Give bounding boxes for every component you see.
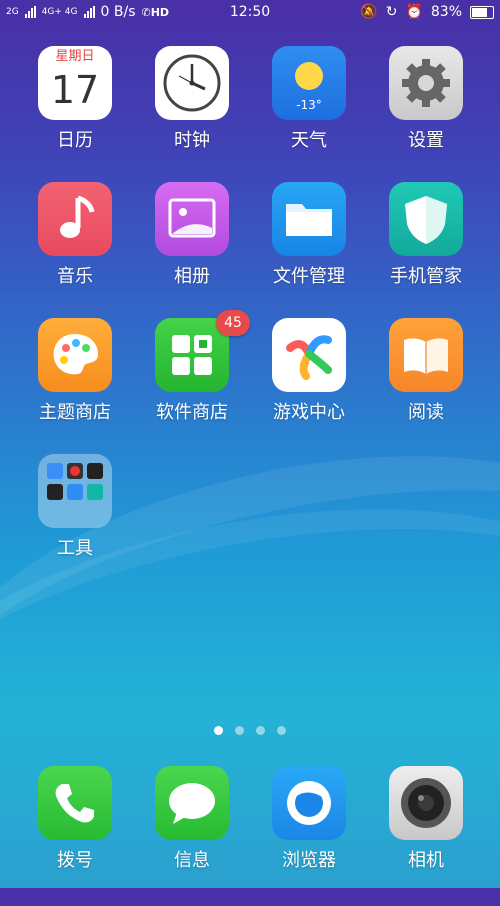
camera-icon bbox=[389, 766, 463, 840]
calendar-weekday: 星期日 bbox=[55, 49, 95, 64]
page-dot[interactable] bbox=[256, 726, 265, 735]
app-label: 相册 bbox=[174, 266, 210, 287]
app-label: 工具 bbox=[57, 538, 93, 559]
app-clock[interactable]: 时钟 bbox=[134, 46, 250, 152]
dock-browser[interactable]: 浏览器 bbox=[251, 766, 367, 872]
app-label: 阅读 bbox=[408, 402, 444, 423]
app-music[interactable]: 音乐 bbox=[17, 182, 133, 288]
app-label: 拨号 bbox=[57, 850, 93, 871]
palette-icon bbox=[38, 318, 112, 392]
browser-icon bbox=[272, 766, 346, 840]
status-right: 🔕 ↻ ⏰ 83% bbox=[360, 4, 494, 20]
mute-bell-icon: 🔕 bbox=[360, 4, 378, 20]
gear-icon bbox=[389, 46, 463, 120]
app-label: 浏览器 bbox=[282, 850, 336, 871]
app-weather[interactable]: -13° 天气 bbox=[251, 46, 367, 152]
photo-icon bbox=[155, 182, 229, 256]
shield-icon bbox=[389, 182, 463, 256]
calendar-day: 17 bbox=[50, 68, 100, 112]
app-security[interactable]: 手机管家 bbox=[368, 182, 484, 288]
app-label: 音乐 bbox=[57, 266, 93, 287]
app-label: 手机管家 bbox=[390, 266, 462, 287]
app-gamecenter[interactable]: 游戏中心 bbox=[251, 318, 367, 424]
app-label: 主题商店 bbox=[39, 402, 111, 423]
status-bar: 2G 4G+ 4G 0 B/s ✆HD 12:50 🔕 ↻ ⏰ 83% bbox=[0, 0, 500, 26]
calendar-icon: 星期日 17 bbox=[38, 46, 112, 120]
clock-icon bbox=[155, 46, 229, 120]
app-label: 软件商店 bbox=[156, 402, 228, 423]
battery-percent: 83% bbox=[430, 4, 462, 20]
music-note-icon bbox=[38, 182, 112, 256]
app-gallery[interactable]: 相册 bbox=[134, 182, 250, 288]
battery-icon bbox=[470, 5, 494, 19]
app-label: 游戏中心 bbox=[273, 402, 345, 423]
message-bubble-icon bbox=[155, 766, 229, 840]
app-label: 时钟 bbox=[174, 130, 210, 151]
app-label: 天气 bbox=[291, 130, 327, 151]
app-label: 相机 bbox=[408, 850, 444, 871]
weather-temp: -13° bbox=[296, 98, 322, 112]
folder-tools[interactable]: 工具 bbox=[17, 454, 133, 560]
app-themes[interactable]: 主题商店 bbox=[17, 318, 133, 424]
page-indicator[interactable] bbox=[0, 720, 500, 739]
book-icon bbox=[389, 318, 463, 392]
game-center-icon bbox=[272, 318, 346, 392]
weather-icon: -13° bbox=[272, 46, 346, 120]
app-label: 设置 bbox=[408, 130, 444, 151]
notification-badge: 45 bbox=[216, 310, 250, 336]
page-dot[interactable] bbox=[277, 726, 286, 735]
rotation-lock-icon: ↻ bbox=[385, 4, 398, 20]
phone-icon bbox=[38, 766, 112, 840]
app-label: 文件管理 bbox=[273, 266, 345, 287]
folder-icon bbox=[272, 182, 346, 256]
page-dot[interactable] bbox=[235, 726, 244, 735]
app-label: 信息 bbox=[174, 850, 210, 871]
app-calendar[interactable]: 星期日 17 日历 bbox=[17, 46, 133, 152]
page-dot[interactable] bbox=[214, 726, 223, 735]
alarm-icon: ⏰ bbox=[405, 4, 423, 20]
app-settings[interactable]: 设置 bbox=[368, 46, 484, 152]
app-store[interactable]: 45 软件商店 bbox=[134, 310, 250, 424]
folder-preview-icon bbox=[38, 454, 112, 528]
app-reader[interactable]: 阅读 bbox=[368, 318, 484, 424]
app-label: 日历 bbox=[57, 130, 93, 151]
dock-phone[interactable]: 拨号 bbox=[17, 766, 133, 872]
dock-messages[interactable]: 信息 bbox=[134, 766, 250, 872]
app-files[interactable]: 文件管理 bbox=[251, 182, 367, 288]
dock-camera[interactable]: 相机 bbox=[368, 766, 484, 872]
